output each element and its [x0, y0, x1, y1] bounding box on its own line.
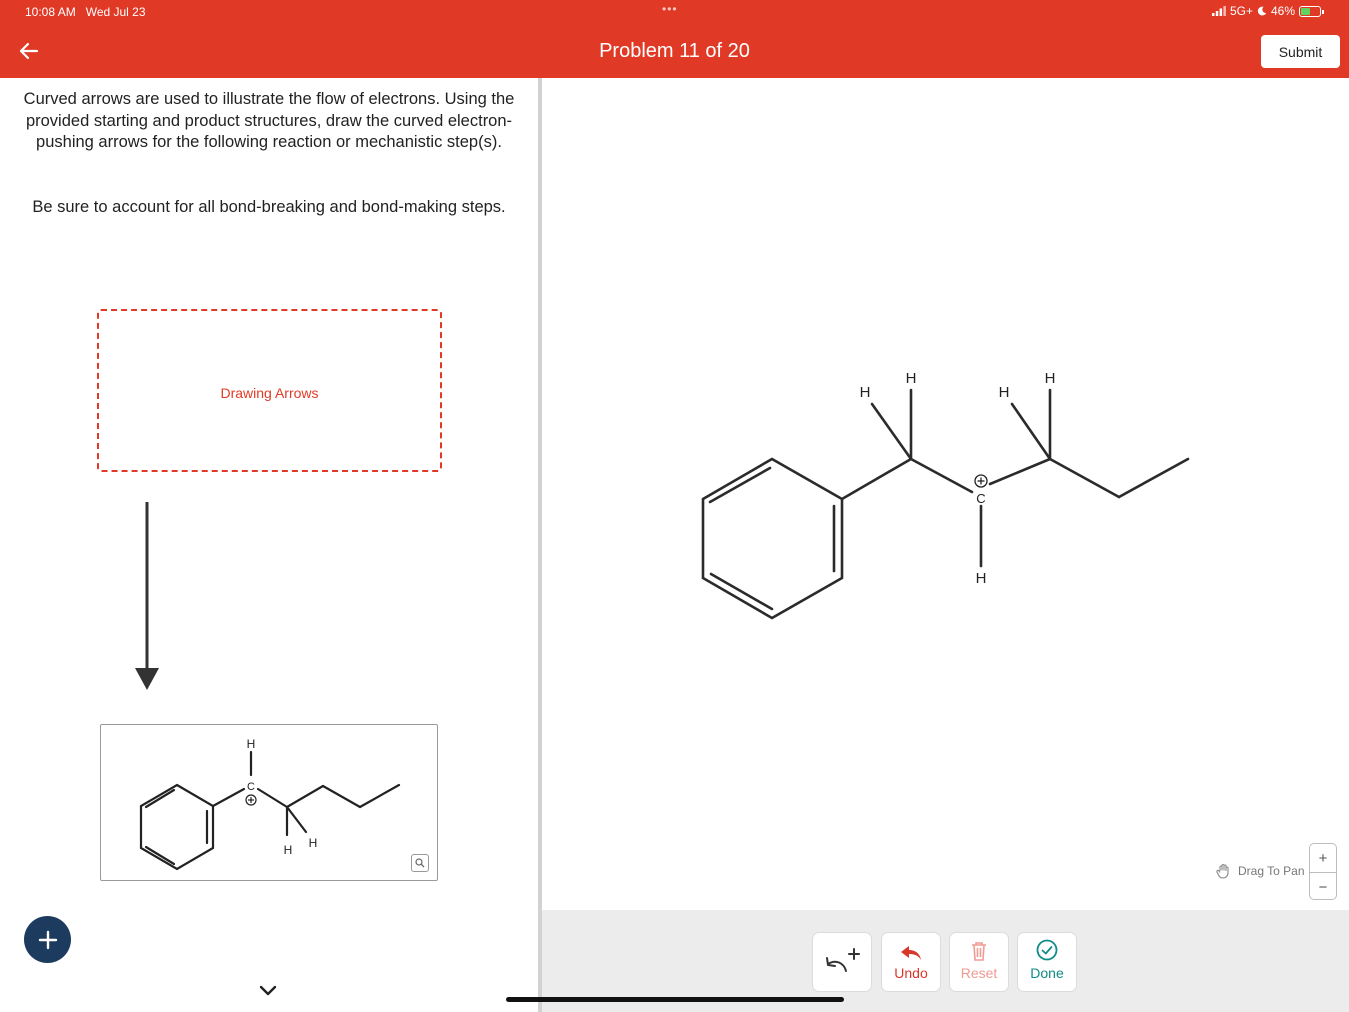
drag-to-pan-hint: Drag To Pan	[1215, 862, 1305, 880]
starting-structure: H H H H C H	[701, 370, 1190, 620]
chevron-down-icon[interactable]	[257, 983, 279, 999]
page-title: Problem 11 of 20	[599, 40, 750, 62]
hand-icon	[1216, 863, 1229, 879]
status-indicators: 5G+ 46%	[1211, 4, 1324, 18]
magnifier-icon	[415, 858, 425, 868]
check-circle-icon	[1036, 939, 1058, 961]
atom-c-cation: C	[976, 491, 985, 506]
drawing-canvas[interactable]: H H H H C H	[542, 78, 1349, 910]
atom-h-3: H	[999, 384, 1010, 401]
product-structure-card[interactable]: H C H H	[100, 724, 438, 881]
product-atom-h-top: H	[247, 737, 256, 751]
atom-h-5: H	[976, 570, 987, 587]
moon-icon	[1257, 6, 1267, 16]
question-note: Be sure to account for all bond-breaking…	[32, 198, 506, 216]
product-atom-c: C	[247, 781, 255, 793]
battery-percent: 46%	[1270, 4, 1295, 18]
atom-h-4: H	[1045, 370, 1056, 387]
question-instructions: Curved arrows are used to illustrate the…	[23, 90, 515, 151]
zoom-out-button[interactable]: −	[1310, 873, 1336, 901]
reset-label: Reset	[960, 965, 998, 981]
zoom-control: + −	[1309, 843, 1337, 900]
zoom-product-button[interactable]	[411, 854, 429, 872]
undo-label: Undo	[894, 965, 928, 981]
app-header: 10:08 AM Wed Jul 23 ••• 5G+ 46% Problem …	[0, 0, 1349, 78]
product-atom-h-2: H	[309, 836, 318, 850]
undo-icon	[901, 946, 921, 960]
undo-button[interactable]: Undo	[881, 932, 941, 992]
product-structure: H C H H	[139, 737, 401, 871]
positive-charge-icon	[974, 474, 988, 488]
signal-icon	[1211, 6, 1226, 16]
multitask-dots-icon[interactable]: •••	[662, 2, 678, 16]
network-label: 5G+	[1229, 4, 1253, 18]
done-label: Done	[1030, 965, 1064, 981]
atom-h-2: H	[906, 370, 917, 387]
product-atom-h-1: H	[284, 843, 293, 857]
home-indicator[interactable]	[506, 997, 844, 1002]
clock-date: Wed Jul 23	[85, 5, 146, 19]
atom-h-1: H	[860, 384, 871, 401]
plus-icon	[38, 930, 57, 949]
drop-zone-label: Drawing Arrows	[220, 385, 319, 401]
drag-to-pan-label: Drag To Pan	[1238, 864, 1305, 878]
reaction-arrow	[135, 502, 159, 690]
add-button[interactable]	[24, 916, 71, 963]
trash-icon	[972, 942, 986, 961]
zoom-in-button[interactable]: +	[1310, 844, 1336, 872]
drawing-arrows-drop-zone[interactable]: Drawing Arrows	[97, 309, 442, 472]
curved-arrow-plus-icon	[826, 948, 860, 972]
reset-button[interactable]: Reset	[949, 932, 1009, 992]
battery-charging-icon	[1299, 5, 1324, 17]
done-button[interactable]: Done	[1017, 932, 1077, 992]
submit-button[interactable]: Submit	[1261, 35, 1340, 68]
clock-time: 10:08 AM	[25, 5, 76, 19]
curved-arrow-tool-button[interactable]	[812, 932, 872, 992]
product-positive-charge-icon	[245, 794, 257, 806]
status-time: 10:08 AM Wed Jul 23	[25, 5, 146, 19]
